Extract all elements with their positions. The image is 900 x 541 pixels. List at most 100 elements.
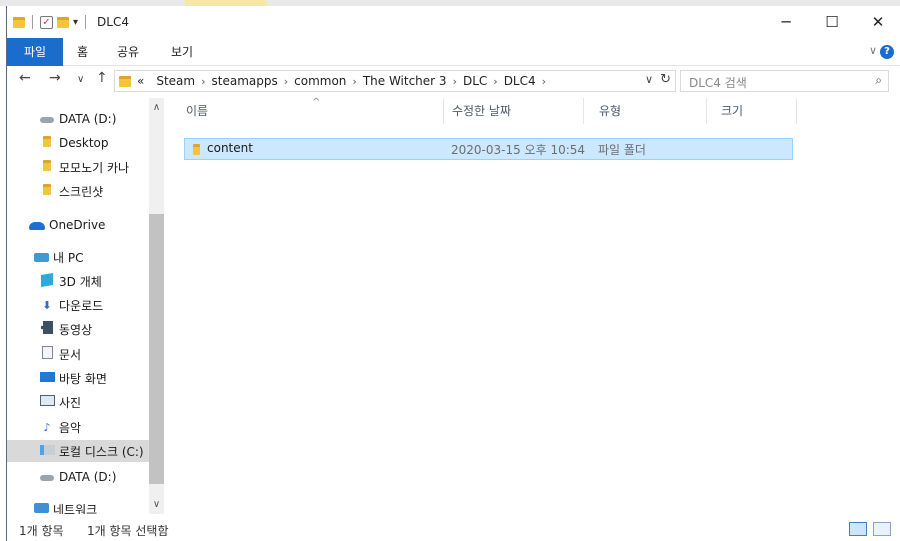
window-controls: ─ ☐ ✕ <box>763 6 900 38</box>
nav-item-label: DATA (D:) <box>59 112 117 126</box>
nav-item-label: 사진 <box>59 395 82 410</box>
nav-item-data-drive[interactable]: DATA (D:) <box>7 108 149 130</box>
nav-item-label: 바탕 화면 <box>59 371 107 386</box>
new-folder-icon[interactable] <box>57 16 69 28</box>
large-icons-view-icon[interactable] <box>873 522 891 536</box>
nav-item-this-pc[interactable]: 내 PC <box>7 246 149 268</box>
details-view-icon[interactable] <box>849 522 867 536</box>
help-icon[interactable]: ? <box>880 45 894 59</box>
up-arrow-icon[interactable]: ↑ <box>96 70 108 86</box>
nav-item-pictures[interactable]: 사진 <box>7 391 149 413</box>
refresh-icon[interactable]: ↻ <box>660 72 671 87</box>
column-header-name[interactable]: 이름 ^ <box>172 97 444 124</box>
minimize-button[interactable]: ─ <box>763 6 809 38</box>
recent-locations-icon[interactable]: ∨ <box>77 74 84 85</box>
column-header-size[interactable]: 크기 <box>707 98 797 124</box>
windows-drive-icon <box>39 444 55 458</box>
nav-item-momonogi-kana[interactable]: 모모노기 카나 <box>7 156 149 178</box>
column-header-modified[interactable]: 수정한 날짜 <box>438 98 584 124</box>
onedrive-icon <box>29 219 45 232</box>
file-type: 파일 폴더 <box>598 143 646 157</box>
tab-home[interactable]: 홈 <box>77 38 88 66</box>
nav-item-documents[interactable]: 문서 <box>7 343 149 365</box>
download-icon: ⬇ <box>42 298 52 312</box>
chevron-right-icon[interactable]: › <box>284 75 288 88</box>
breadcrumb-dlc4[interactable]: DLC4 <box>504 74 536 88</box>
nav-item-desktop[interactable]: 바탕 화면 <box>7 367 149 389</box>
nav-item-data-drive-2[interactable]: DATA (D:) <box>7 466 149 488</box>
close-button[interactable]: ✕ <box>855 6 900 38</box>
nav-pane-scrollbar[interactable]: ∧ ∨ <box>149 98 164 514</box>
document-icon <box>39 346 55 362</box>
toolbar-separator <box>85 15 87 29</box>
breadcrumb-the-witcher-3[interactable]: The Witcher 3 <box>363 74 447 88</box>
nav-item-3d-objects[interactable]: 3D 개체 <box>7 270 149 292</box>
file-name: content <box>207 141 253 155</box>
nav-item-music[interactable]: ♪ 음악 <box>7 416 149 438</box>
tab-file[interactable]: 파일 <box>7 38 63 66</box>
tab-share[interactable]: 공유 <box>117 38 139 66</box>
window-title: DLC4 <box>97 15 129 29</box>
status-selection: 1개 항목 선택함 <box>87 524 169 538</box>
video-icon <box>39 321 55 337</box>
address-dropdown-icon[interactable]: ∨ <box>645 73 653 86</box>
nav-item-videos[interactable]: 동영상 <box>7 318 149 340</box>
folder-icon <box>13 16 25 28</box>
drive-icon <box>39 113 55 126</box>
search-box[interactable]: DLC4 검색 ⌕ <box>680 70 889 92</box>
nav-item-label: 스크린샷 <box>59 184 104 199</box>
scroll-down-icon[interactable]: ∨ <box>149 499 164 510</box>
nav-item-network[interactable]: 네트워크 <box>7 498 149 514</box>
forward-arrow-icon[interactable]: → <box>49 70 61 86</box>
column-header-label: 이름 <box>186 104 209 118</box>
ribbon-tabs: 파일 홈 공유 보기 ∨ ? <box>7 38 900 66</box>
nav-item-onedrive[interactable]: OneDrive <box>7 214 149 236</box>
nav-item-label: DATA (D:) <box>59 470 117 484</box>
chevron-right-icon[interactable]: › <box>201 75 205 88</box>
nav-item-screenshots[interactable]: 스크린샷 <box>7 180 149 202</box>
expand-ribbon-icon[interactable]: ∨ <box>869 44 877 57</box>
maximize-button[interactable]: ☐ <box>809 6 855 38</box>
desktop-icon <box>39 371 55 385</box>
nav-item-local-disk-c[interactable]: 로컬 디스크 (C:) <box>7 440 149 462</box>
search-placeholder: DLC4 검색 <box>689 76 747 90</box>
address-bar[interactable]: « Steam › steamapps › common › The Witch… <box>114 70 676 92</box>
breadcrumb-overflow[interactable]: « <box>137 74 144 88</box>
properties-icon[interactable]: ✓ <box>40 15 53 29</box>
folder-icon <box>39 184 55 198</box>
chevron-right-icon[interactable]: › <box>542 75 546 88</box>
nav-item-label: 다운로드 <box>59 298 104 313</box>
chevron-right-icon[interactable]: › <box>352 75 356 88</box>
breadcrumb-steam[interactable]: Steam <box>156 74 195 88</box>
folder-icon <box>39 160 55 174</box>
file-modified: 2020-03-15 오후 10:54 <box>451 143 586 157</box>
nav-item-label: 3D 개체 <box>59 274 102 289</box>
column-header-type[interactable]: 유형 <box>585 98 707 124</box>
breadcrumb-dlc[interactable]: DLC <box>463 74 487 88</box>
cube-icon <box>39 272 55 289</box>
nav-item-label: 로컬 디스크 (C:) <box>59 444 144 459</box>
chevron-right-icon[interactable]: › <box>453 75 457 88</box>
back-arrow-icon[interactable]: ← <box>19 70 31 86</box>
tab-view[interactable]: 보기 <box>171 38 193 66</box>
chevron-right-icon[interactable]: › <box>493 75 497 88</box>
scrollbar-thumb[interactable] <box>149 214 164 484</box>
nav-item-downloads[interactable]: ⬇ 다운로드 <box>7 294 149 316</box>
folder-icon <box>119 75 131 87</box>
breadcrumb-common[interactable]: common <box>294 74 346 88</box>
scroll-up-icon[interactable]: ∧ <box>149 102 164 113</box>
nav-item-label: 문서 <box>59 347 82 362</box>
nav-item-desktop-folder[interactable]: Desktop <box>7 132 149 154</box>
search-icon[interactable]: ⌕ <box>875 73 882 88</box>
breadcrumb-steamapps[interactable]: steamapps <box>212 74 278 88</box>
customize-toolbar-icon[interactable]: ▾ <box>73 17 78 28</box>
nav-item-label: 음악 <box>59 420 82 435</box>
file-explorer-window: ✓ ▾ DLC4 ─ ☐ ✕ 파일 홈 공유 보기 ∨ ? ← → ∨ ↑ « … <box>6 6 900 541</box>
network-icon <box>33 502 49 515</box>
nav-item-label: 동영상 <box>59 322 93 337</box>
navigation-bar: ← → ∨ ↑ « Steam › steamapps › common › T… <box>7 66 900 96</box>
sort-ascending-icon: ^ <box>312 97 321 108</box>
table-row[interactable]: content 2020-03-15 오후 10:54 파일 폴더 <box>184 138 793 160</box>
nav-item-label: 내 PC <box>53 250 84 265</box>
nav-item-label: OneDrive <box>49 218 106 232</box>
